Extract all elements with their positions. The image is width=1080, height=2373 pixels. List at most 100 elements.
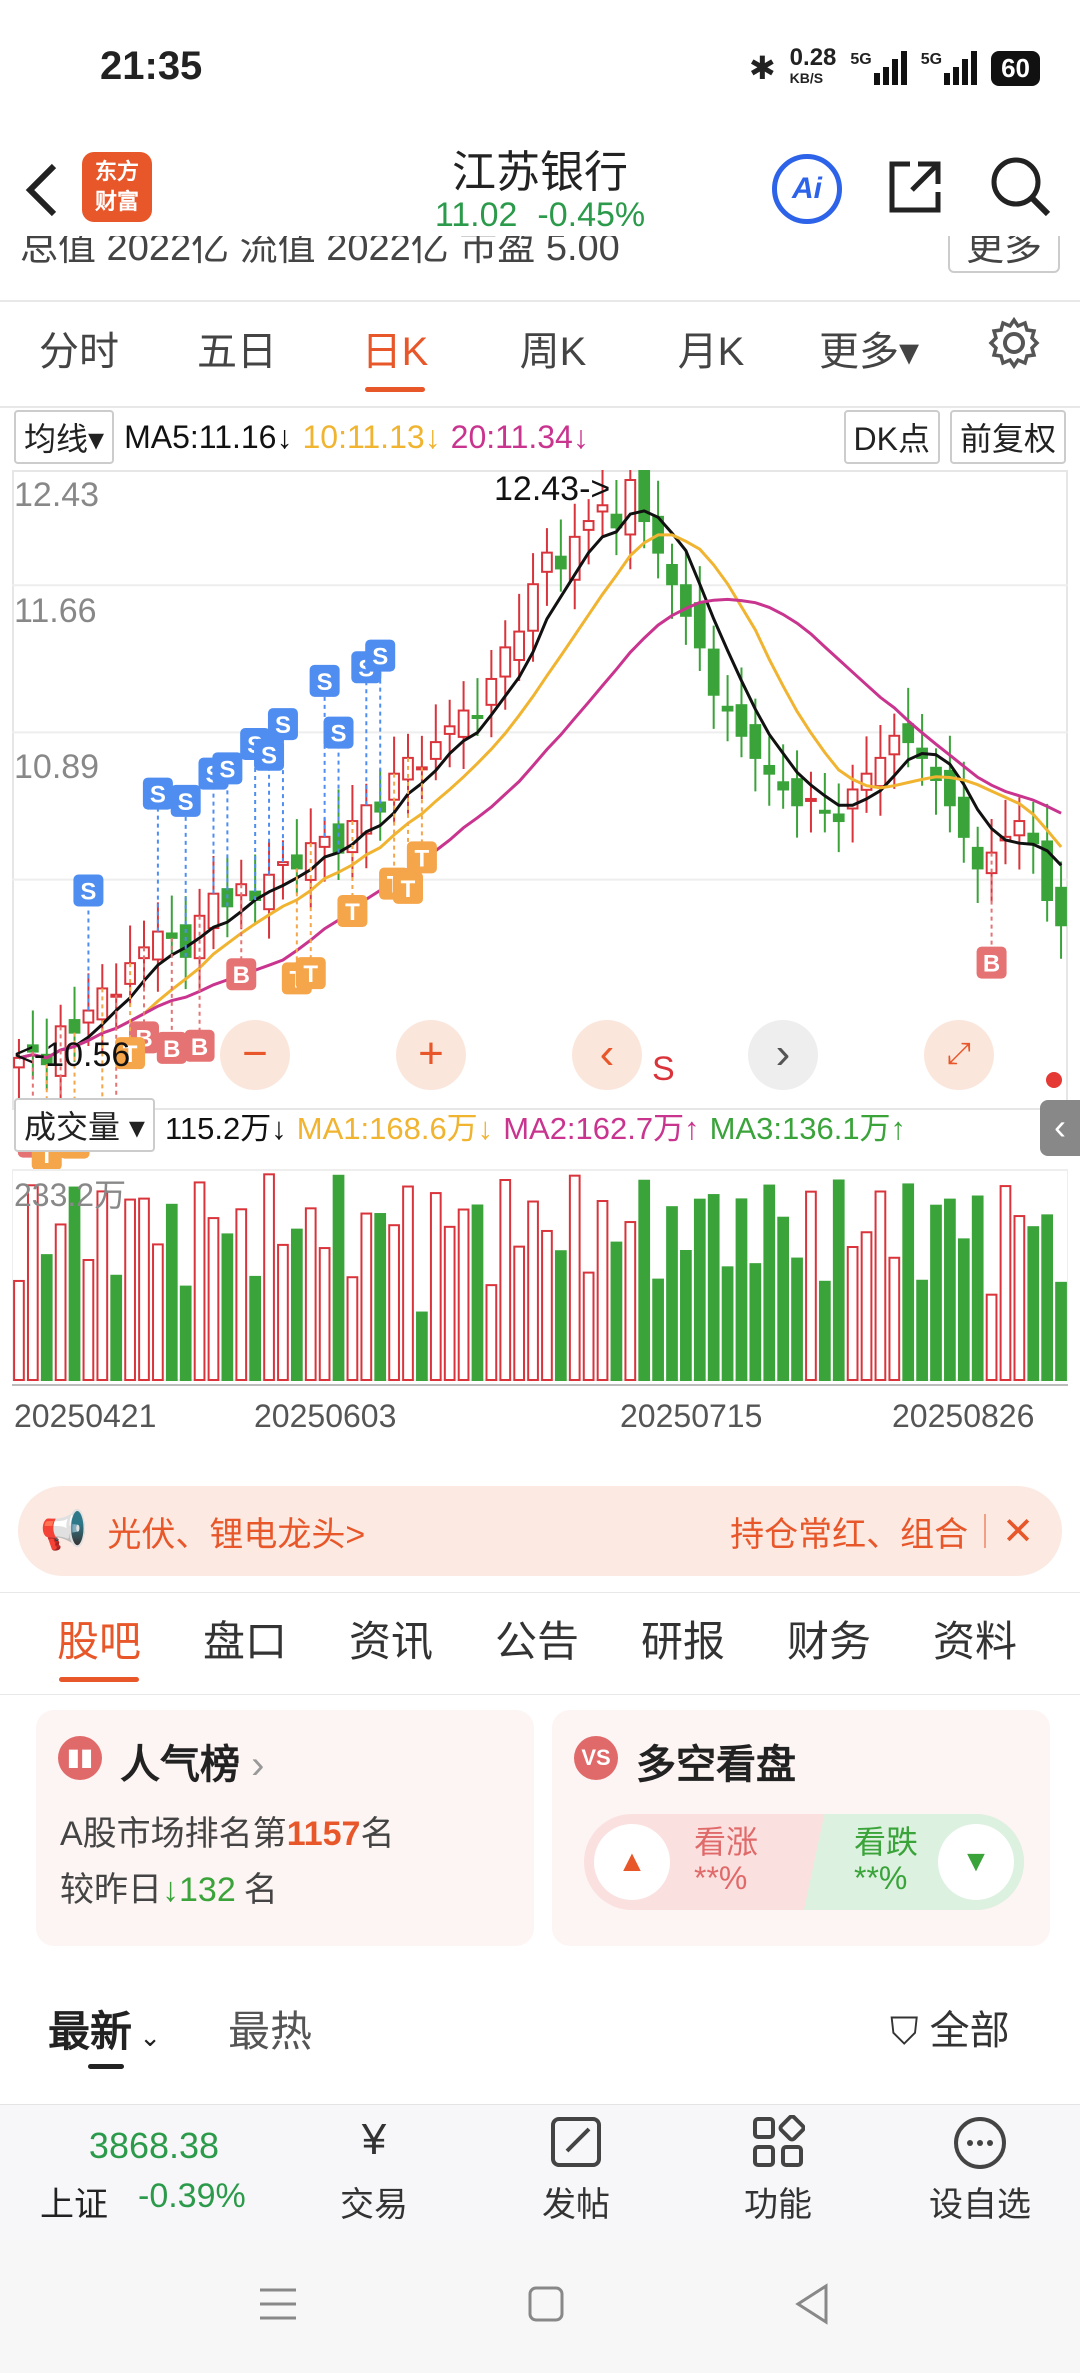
candle (277, 861, 289, 866)
volume-bar (68, 1186, 81, 1382)
candle (1055, 886, 1067, 927)
volume-bar (499, 1179, 512, 1381)
marker-label: T (415, 845, 430, 872)
tab-fenshi[interactable]: 分时 (0, 319, 158, 392)
search-icon[interactable] (988, 154, 1052, 223)
high-label: 12.43-> (494, 470, 611, 508)
volume-bar (999, 1185, 1012, 1382)
vol-ma2: MA2:162.7万↑ (503, 1110, 700, 1146)
next-button[interactable]: › (748, 1020, 818, 1090)
volume-bar (124, 1198, 136, 1382)
vol-ma1: MA1:168.6万↓ (296, 1110, 494, 1146)
duokong-title: 多空看盘 (636, 1743, 796, 1787)
tab-pankou[interactable]: 盘口 (172, 1608, 318, 1682)
nav-function[interactable]: 功能 (698, 2114, 858, 2226)
tab-research[interactable]: 研报 (610, 1608, 756, 1682)
share-icon[interactable] (884, 156, 946, 223)
settings-gear-icon[interactable] (948, 316, 1080, 395)
volume-bar (249, 1275, 262, 1381)
battery-icon: 60 (991, 50, 1040, 86)
volume-bar (388, 1224, 400, 1381)
sort-latest[interactable]: 最新 ⌄ (48, 1998, 161, 2059)
candle (763, 764, 776, 775)
marker-label: T (303, 961, 318, 988)
bull-vote-button[interactable]: ▲ (594, 1824, 670, 1900)
nav-trade[interactable]: ¥ 交易 (294, 2115, 454, 2226)
fullscreen-icon[interactable]: ⤢ (924, 1020, 994, 1090)
volume-selector-button[interactable]: 成交量 ▾ (14, 1098, 155, 1152)
volume-bar (13, 1279, 25, 1382)
nav-post[interactable]: 发帖 (496, 2115, 656, 2226)
vs-icon: VS (574, 1736, 618, 1780)
volume-bar (207, 1217, 220, 1382)
candle (513, 630, 526, 661)
banner-left-text[interactable]: 光伏、锂电龙头> (107, 1507, 365, 1556)
volume-bar (416, 1311, 428, 1381)
candle (485, 677, 498, 706)
tab-finance[interactable]: 财务 (756, 1608, 902, 1682)
volume-bar (165, 1203, 178, 1382)
grid-icon (698, 2114, 858, 2177)
ma-legend-row: 均线▾ MA5:11.16↓ 10:11.13↓ 20:11.34↓ DK点 前… (14, 410, 1066, 464)
x-tick-4: 20250826 (892, 1398, 1035, 1434)
system-nav-bar (0, 2240, 1080, 2373)
filter-all[interactable]: ⛉ 全部 (890, 1998, 1010, 2056)
dk-point-button[interactable]: DK点 (843, 410, 940, 464)
zoom-in-button[interactable]: + (396, 1020, 466, 1090)
volume-bar (874, 1190, 887, 1381)
volume-bar (374, 1213, 387, 1382)
bear-vote-button[interactable]: ▼ (938, 1824, 1014, 1900)
back-nav-icon[interactable] (790, 2282, 834, 2331)
tab-guba[interactable]: 股吧 (26, 1608, 172, 1682)
y-tick-3: 10.89 (14, 748, 100, 786)
adjust-button[interactable]: 前复权 (949, 410, 1066, 464)
candle (624, 479, 637, 536)
volume-bar (1027, 1226, 1040, 1381)
tab-profile[interactable]: 资料 (902, 1608, 1048, 1682)
tab-monthly-k[interactable]: 月K (632, 319, 790, 392)
marker-label: B (191, 1034, 208, 1061)
banner-right-text[interactable]: 持仓常红、组合 (730, 1507, 968, 1556)
y-tick-top: 12.43 (14, 476, 100, 514)
kline-svg[interactable]: SSSSSSSSSSSSBBBBBBBBTTTTTTTTTT (11, 433, 1069, 1470)
home-icon[interactable] (526, 2284, 566, 2329)
more-button[interactable]: 更多 (947, 236, 1060, 273)
popularity-card[interactable]: ▮▮ 人气榜 › A股市场排名第1157名 较昨日↓132 名 (36, 1710, 534, 1946)
promo-banner[interactable]: 📢 光伏、锂电龙头> 持仓常红、组合 ✕ (18, 1486, 1062, 1576)
candle (666, 563, 678, 586)
nav-add-watchlist[interactable]: 设自选 (900, 2115, 1060, 2226)
popularity-rank: A股市场排名第1157名 (60, 1815, 395, 1853)
volume-bar (832, 1179, 845, 1381)
volume-bar (930, 1204, 942, 1381)
menu-icon[interactable] (256, 2284, 300, 2329)
prev-button[interactable]: ‹ (572, 1020, 642, 1090)
tab-news[interactable]: 资讯 (318, 1608, 464, 1682)
popularity-change: 较昨日↓132 名 (60, 1871, 278, 1909)
volume-bar (721, 1266, 734, 1382)
candle (207, 892, 220, 930)
zoom-out-button[interactable]: − (220, 1020, 290, 1090)
kline-chart[interactable]: SSSSSSSSSSSSBBBBBBBBTTTTTTTTTT 12.43 11.… (11, 433, 1080, 1470)
tab-announcements[interactable]: 公告 (464, 1608, 610, 1682)
sort-hottest[interactable]: 最热 (228, 1998, 312, 2059)
tab-daily-k[interactable]: 日K (316, 319, 474, 392)
network-speed: 0.28 KB/S (789, 44, 837, 87)
ma-selector-button[interactable]: 均线▾ (14, 410, 115, 464)
tab-more[interactable]: 更多▾ (790, 319, 948, 392)
volume-bar (957, 1238, 970, 1381)
status-bar: 21:35 ✱ 0.28 KB/S 5G 5G 60 (0, 0, 1080, 140)
candle (541, 551, 553, 573)
stock-header: 东方 财富 江苏银行 11.02 -0.45% Ai (0, 130, 1080, 250)
volume-bar (666, 1206, 678, 1382)
tab-weekly-k[interactable]: 周K (474, 319, 632, 392)
volume-bar (110, 1274, 123, 1381)
chart-bars-icon: ▮▮ (58, 1736, 102, 1780)
bull-bear-card[interactable]: VS 多空看盘 ▲ 看涨 **% 看跌 **% ▼ (552, 1710, 1050, 1946)
index-ticker[interactable]: 3868.38 上证 -0.39% (24, 2125, 284, 2226)
volume-bar (610, 1241, 623, 1382)
close-icon[interactable]: ✕ (1002, 1509, 1034, 1554)
marker-label: S (178, 789, 194, 816)
ai-icon[interactable]: Ai (772, 154, 842, 224)
volume-bar (96, 1190, 109, 1381)
tab-wuri[interactable]: 五日 (158, 319, 316, 392)
